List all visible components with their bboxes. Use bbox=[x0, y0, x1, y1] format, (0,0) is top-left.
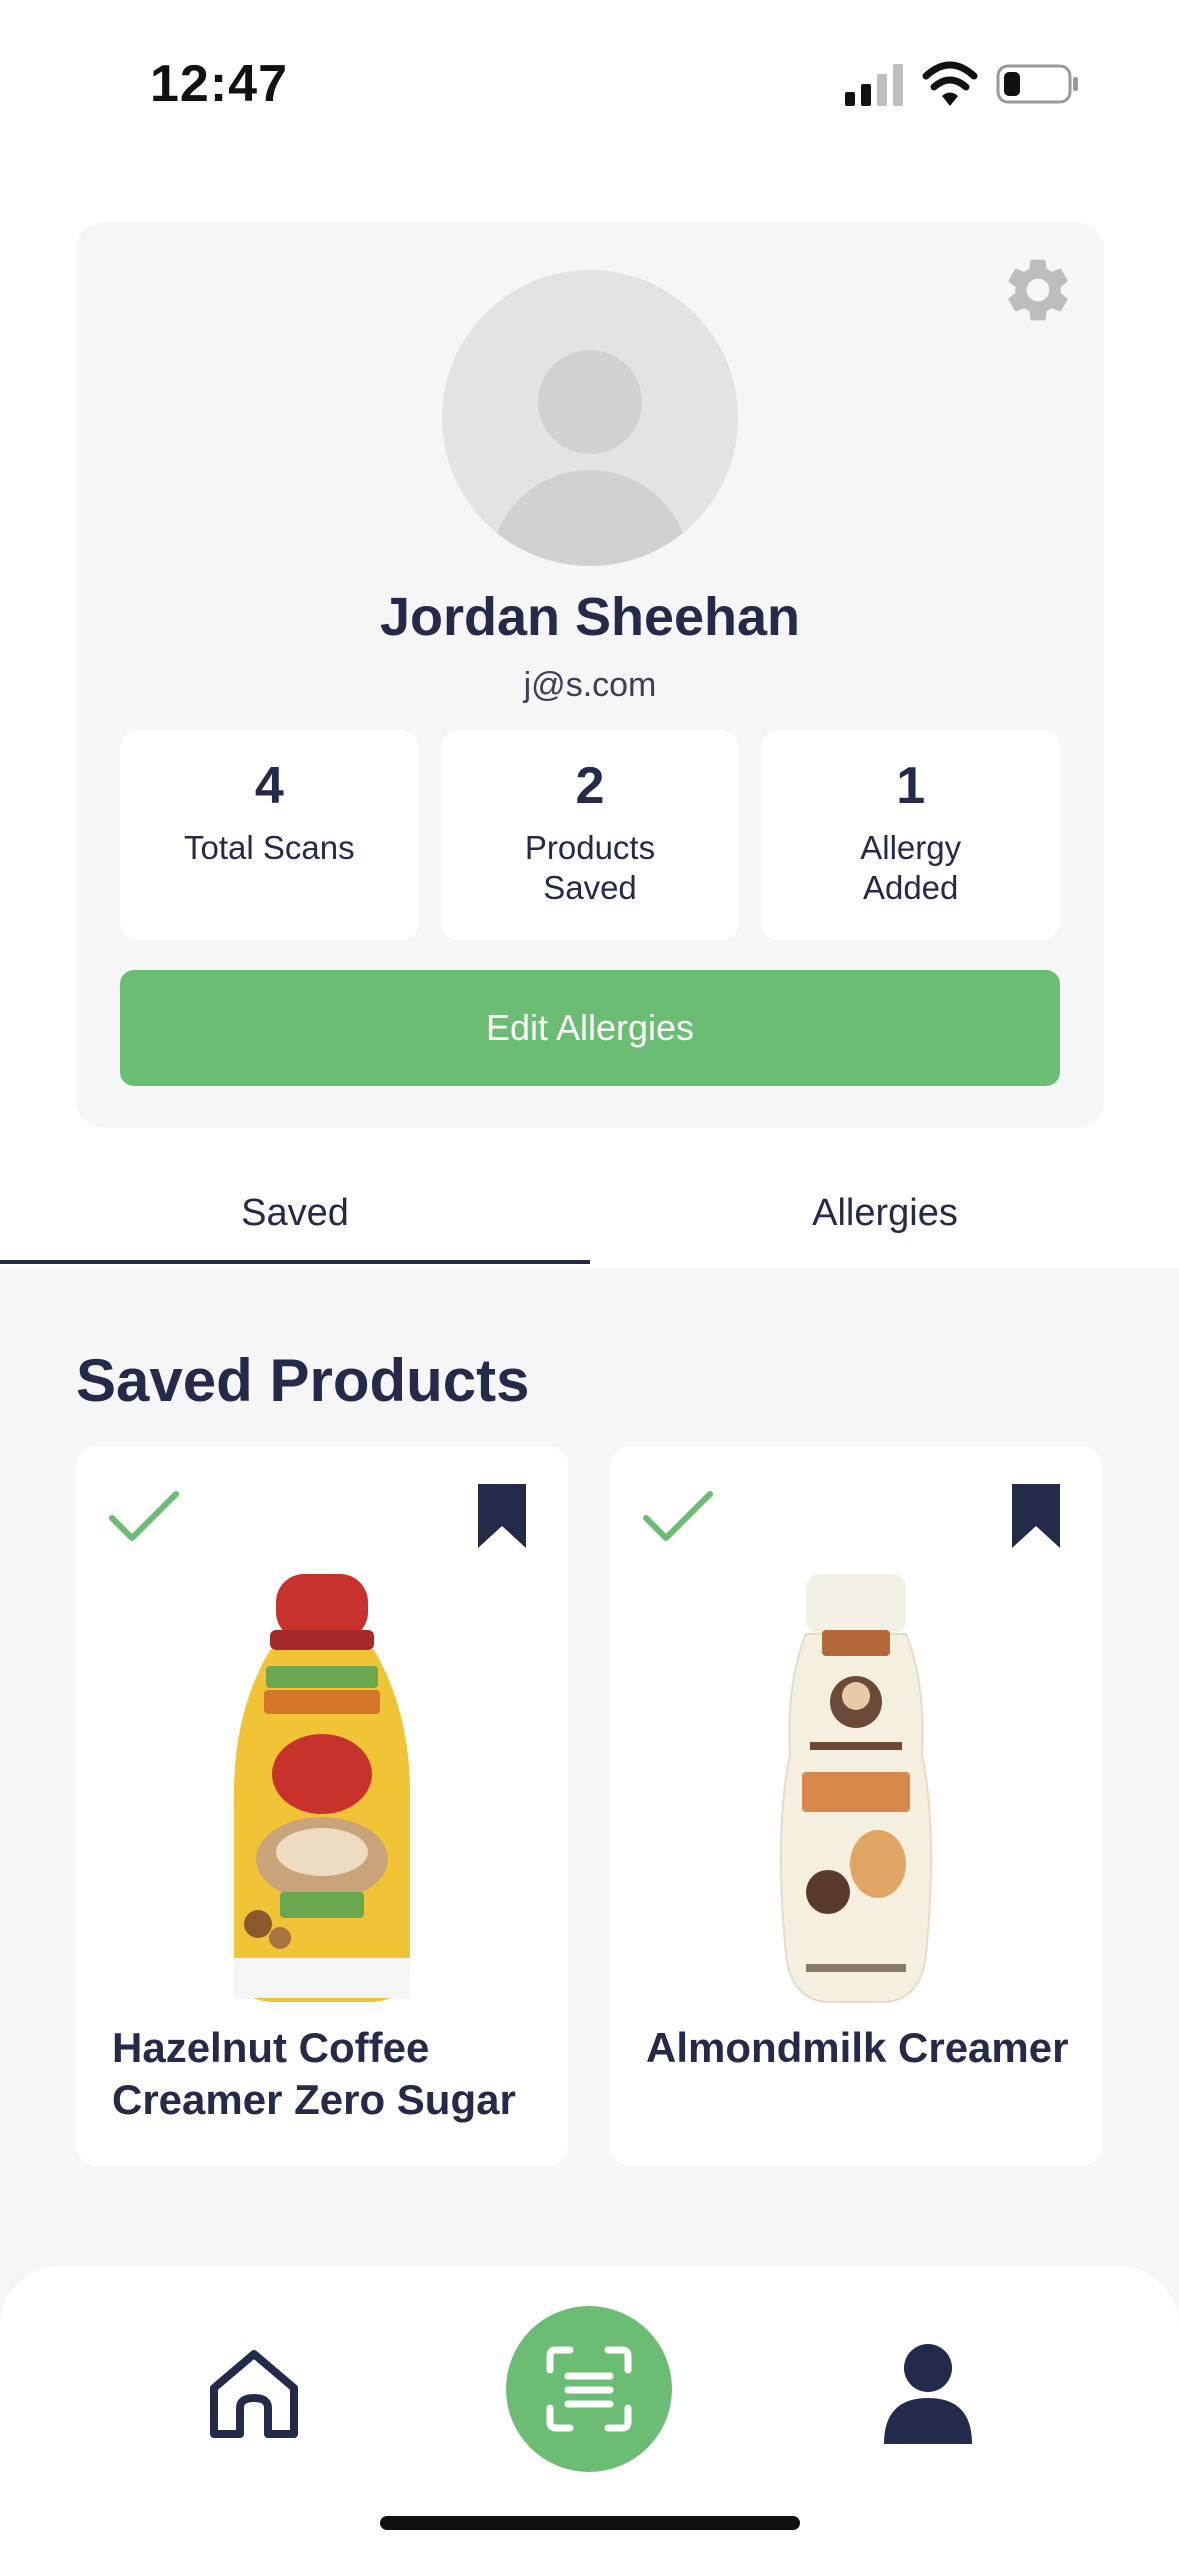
stat-label: Total Scans bbox=[184, 829, 355, 866]
tab-allergies[interactable]: Allergies bbox=[590, 1168, 1179, 1268]
stat-products-saved: 2 Products Saved bbox=[440, 730, 740, 940]
scan-button[interactable] bbox=[506, 2306, 672, 2472]
section-title: Saved Products bbox=[76, 1347, 530, 1414]
tab-saved[interactable]: Saved bbox=[0, 1168, 590, 1268]
product-image bbox=[779, 1574, 933, 2003]
status-time: 12:47 bbox=[150, 55, 288, 113]
product-name: Hazelnut Coffee Creamer Zero Sugar bbox=[112, 2024, 516, 2123]
avatar[interactable] bbox=[442, 270, 738, 566]
profile-email: j@s.com bbox=[523, 666, 657, 704]
stat-label: Allergy Added bbox=[860, 829, 962, 906]
check-icon bbox=[109, 1491, 179, 1541]
battery-icon bbox=[996, 64, 1078, 104]
stat-label: Products Saved bbox=[524, 829, 656, 906]
stat-allergy-added: 1 Allergy Added bbox=[761, 730, 1061, 940]
stat-value: 2 bbox=[575, 757, 605, 815]
check-icon bbox=[643, 1491, 713, 1541]
scan-icon bbox=[546, 2346, 632, 2432]
stats-row: 4 Total Scans 2 Products Saved 1 Allergy… bbox=[120, 730, 1061, 940]
wifi-icon bbox=[922, 61, 978, 106]
signal-icon bbox=[845, 64, 903, 106]
status-bar: 12:47 bbox=[0, 0, 1179, 160]
stat-value: 4 bbox=[254, 757, 284, 815]
product-image bbox=[233, 1574, 411, 2002]
product-card[interactable]: Hazelnut Coffee Creamer Zero Sugar bbox=[76, 1446, 568, 2166]
stat-value: 1 bbox=[896, 757, 926, 815]
product-card[interactable]: Almondmilk Creamer bbox=[610, 1446, 1102, 2166]
edit-allergies-button[interactable]: Edit Allergies bbox=[120, 970, 1060, 1086]
profile-name: Jordan Sheehan bbox=[379, 587, 801, 647]
profile-icon[interactable] bbox=[880, 2342, 976, 2446]
bookmark-icon[interactable] bbox=[1010, 1482, 1062, 1550]
gear-icon[interactable] bbox=[1000, 252, 1076, 328]
profile-card: Jordan Sheehan j@s.com 4 Total Scans 2 P… bbox=[76, 222, 1104, 1128]
active-tab-indicator bbox=[0, 1260, 590, 1264]
home-indicator bbox=[380, 2516, 800, 2530]
tab-bar: Saved Allergies bbox=[0, 1168, 1179, 1268]
product-name: Almondmilk Creamer bbox=[646, 2024, 1069, 2071]
avatar-head bbox=[538, 350, 642, 454]
stat-total-scans: 4 Total Scans bbox=[120, 730, 419, 940]
bottom-nav bbox=[0, 2266, 1179, 2556]
bookmark-icon[interactable] bbox=[476, 1482, 528, 1550]
avatar-shoulders bbox=[490, 470, 690, 566]
home-icon[interactable] bbox=[204, 2344, 304, 2444]
